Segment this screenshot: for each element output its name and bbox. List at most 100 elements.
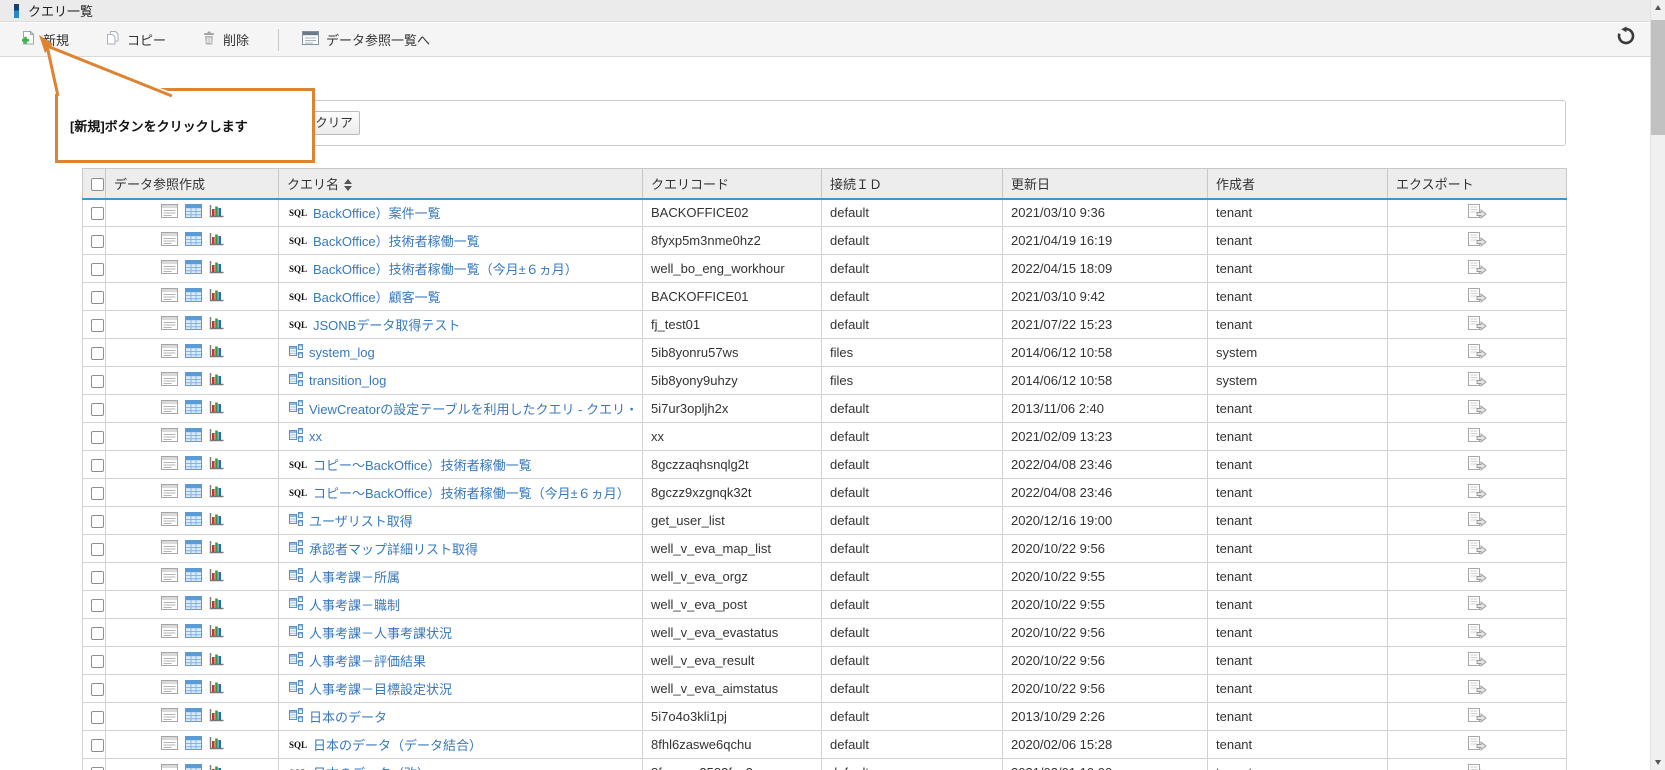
list-view-icon[interactable]	[161, 372, 178, 389]
new-button[interactable]: 新規	[12, 26, 78, 53]
export-icon[interactable]	[1467, 459, 1487, 474]
column-header-query-name[interactable]: クエリ名	[279, 169, 643, 199]
chart-view-icon[interactable]	[209, 596, 224, 613]
list-view-icon[interactable]	[161, 232, 178, 249]
export-icon[interactable]	[1467, 207, 1487, 222]
chart-view-icon[interactable]	[209, 344, 224, 361]
row-checkbox[interactable]	[91, 627, 104, 640]
export-icon[interactable]	[1467, 403, 1487, 418]
list-view-icon[interactable]	[161, 624, 178, 641]
query-name-link[interactable]: 日本のデータ（改）	[313, 763, 430, 770]
select-all-checkbox[interactable]	[91, 178, 104, 191]
export-icon[interactable]	[1467, 375, 1487, 390]
refresh-icon[interactable]	[1616, 26, 1638, 48]
export-icon[interactable]	[1467, 627, 1487, 642]
chart-view-icon[interactable]	[209, 232, 224, 249]
table-view-icon[interactable]	[185, 708, 202, 725]
scrollbar-thumb[interactable]	[1651, 20, 1665, 135]
list-view-icon[interactable]	[161, 344, 178, 361]
list-view-icon[interactable]	[161, 260, 178, 277]
row-checkbox[interactable]	[91, 543, 104, 556]
chart-view-icon[interactable]	[209, 456, 224, 473]
row-checkbox[interactable]	[91, 655, 104, 668]
chart-view-icon[interactable]	[209, 512, 224, 529]
list-view-icon[interactable]	[161, 288, 178, 305]
list-view-icon[interactable]	[161, 456, 178, 473]
export-icon[interactable]	[1467, 291, 1487, 306]
row-checkbox[interactable]	[91, 403, 104, 416]
query-name-link[interactable]: 人事考課－職制	[309, 595, 400, 614]
row-checkbox[interactable]	[91, 683, 104, 696]
table-view-icon[interactable]	[185, 568, 202, 585]
row-checkbox[interactable]	[91, 487, 104, 500]
query-name-link[interactable]: ViewCreatorの設定テーブルを利用したクエリ - クエリ・デー	[309, 399, 634, 418]
query-name-link[interactable]: transition_log	[309, 373, 386, 388]
table-view-icon[interactable]	[185, 344, 202, 361]
sort-icon[interactable]	[344, 179, 352, 191]
table-view-icon[interactable]	[185, 736, 202, 753]
row-checkbox[interactable]	[91, 263, 104, 276]
export-icon[interactable]	[1467, 347, 1487, 362]
query-name-link[interactable]: xx	[309, 429, 322, 444]
list-view-icon[interactable]	[161, 764, 178, 770]
vertical-scrollbar[interactable]	[1650, 0, 1665, 770]
query-name-link[interactable]: BackOffice）顧客一覧	[313, 287, 441, 306]
table-view-icon[interactable]	[185, 512, 202, 529]
row-checkbox[interactable]	[91, 431, 104, 444]
row-checkbox[interactable]	[91, 739, 104, 752]
export-icon[interactable]	[1467, 767, 1487, 770]
row-checkbox[interactable]	[91, 711, 104, 724]
chart-view-icon[interactable]	[209, 372, 224, 389]
export-icon[interactable]	[1467, 655, 1487, 670]
list-view-icon[interactable]	[161, 596, 178, 613]
query-name-link[interactable]: 日本のデータ（データ結合）	[313, 735, 482, 754]
scroll-up-arrow-icon[interactable]	[1651, 0, 1665, 16]
table-view-icon[interactable]	[185, 260, 202, 277]
row-checkbox[interactable]	[91, 599, 104, 612]
export-icon[interactable]	[1467, 571, 1487, 586]
export-icon[interactable]	[1467, 235, 1487, 250]
list-view-icon[interactable]	[161, 400, 178, 417]
scroll-down-arrow-icon[interactable]	[1651, 754, 1665, 770]
chart-view-icon[interactable]	[209, 764, 224, 770]
chart-view-icon[interactable]	[209, 316, 224, 333]
row-checkbox[interactable]	[91, 375, 104, 388]
list-view-icon[interactable]	[161, 568, 178, 585]
row-checkbox[interactable]	[91, 571, 104, 584]
chart-view-icon[interactable]	[209, 736, 224, 753]
list-view-icon[interactable]	[161, 680, 178, 697]
table-view-icon[interactable]	[185, 316, 202, 333]
export-icon[interactable]	[1467, 683, 1487, 698]
chart-view-icon[interactable]	[209, 708, 224, 725]
data-ref-list-button[interactable]: データ参照一覧へ	[293, 26, 439, 53]
list-view-icon[interactable]	[161, 652, 178, 669]
query-name-link[interactable]: コピー～BackOffice）技術者稼働一覧	[313, 455, 532, 474]
list-view-icon[interactable]	[161, 512, 178, 529]
list-view-icon[interactable]	[161, 540, 178, 557]
chart-view-icon[interactable]	[209, 624, 224, 641]
clear-button[interactable]: クリア	[308, 111, 360, 135]
query-name-link[interactable]: BackOffice）技術者稼働一覧	[313, 231, 480, 250]
chart-view-icon[interactable]	[209, 484, 224, 501]
row-checkbox[interactable]	[91, 207, 104, 220]
query-name-link[interactable]: system_log	[309, 345, 375, 360]
export-icon[interactable]	[1467, 739, 1487, 754]
chart-view-icon[interactable]	[209, 204, 224, 221]
table-view-icon[interactable]	[185, 288, 202, 305]
chart-view-icon[interactable]	[209, 680, 224, 697]
export-icon[interactable]	[1467, 263, 1487, 278]
table-view-icon[interactable]	[185, 680, 202, 697]
query-name-link[interactable]: JSONBデータ取得テスト	[313, 315, 460, 334]
list-view-icon[interactable]	[161, 204, 178, 221]
query-name-link[interactable]: 人事考課－人事考課状況	[309, 623, 452, 642]
table-view-icon[interactable]	[185, 484, 202, 501]
table-view-icon[interactable]	[185, 764, 202, 770]
row-checkbox[interactable]	[91, 291, 104, 304]
row-checkbox[interactable]	[91, 319, 104, 332]
export-icon[interactable]	[1467, 431, 1487, 446]
table-view-icon[interactable]	[185, 372, 202, 389]
export-icon[interactable]	[1467, 543, 1487, 558]
table-view-icon[interactable]	[185, 456, 202, 473]
chart-view-icon[interactable]	[209, 568, 224, 585]
table-view-icon[interactable]	[185, 428, 202, 445]
